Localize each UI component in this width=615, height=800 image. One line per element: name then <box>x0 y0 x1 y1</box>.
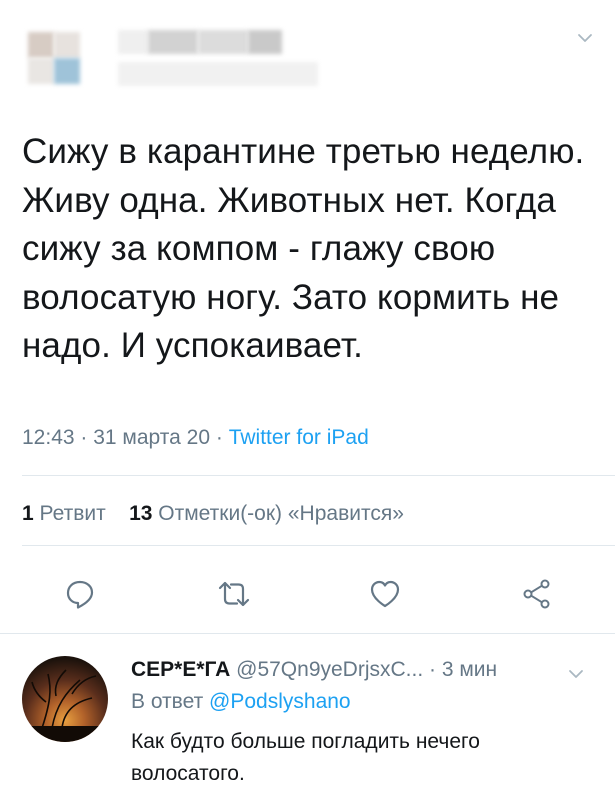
blurred-avatar-part <box>54 58 80 84</box>
retweet-button[interactable] <box>212 572 256 616</box>
blurred-name <box>118 30 148 54</box>
meta-separator: · <box>429 658 437 681</box>
reply-text: Как будто больше погладить нечего волоса… <box>131 730 480 785</box>
blurred-name <box>148 30 198 54</box>
tree-silhouette <box>22 669 108 742</box>
retweet-icon <box>218 581 250 607</box>
reply-to-line: В ответ @Podslyshano <box>131 690 351 714</box>
chevron-down-icon[interactable] <box>577 30 593 46</box>
chevron-down-icon[interactable] <box>568 666 584 682</box>
retweets-label: Ретвит <box>39 502 106 525</box>
reply-time: 3 мин <box>441 658 498 681</box>
heart-icon <box>370 580 400 608</box>
share-icon <box>523 579 550 609</box>
reply-button[interactable] <box>58 572 102 616</box>
likes-count: 13 <box>129 502 153 525</box>
likes-label: Отметки(-ок) «Нравится» <box>158 502 404 525</box>
likes-stat[interactable]: 13 Отметки(-ок) «Нравится» <box>129 502 404 525</box>
reply-author-name[interactable]: СЕР*Е*ГА <box>131 658 230 681</box>
meta-separator: · <box>210 426 229 449</box>
tweet-text: Сижу в карантине третью неделю. Живу одн… <box>22 132 585 365</box>
blurred-name <box>198 30 248 54</box>
divider <box>22 475 615 476</box>
tweet-time: 12:43 <box>22 426 75 449</box>
blurred-header <box>0 0 615 110</box>
reply-header: СЕР*Е*ГА @57Qn9yeDrjsxC... · 3 мин <box>131 658 497 682</box>
blurred-handle <box>118 62 318 86</box>
like-button[interactable] <box>363 572 407 616</box>
reply-icon <box>66 580 94 609</box>
reply-tweet[interactable]: СЕР*Е*ГА @57Qn9yeDrjsxC... · 3 мин В отв… <box>0 636 615 800</box>
blurred-avatar-part <box>28 58 54 84</box>
tweet-stats: 1 Ретвит 13 Отметки(-ок) «Нравится» <box>22 502 404 526</box>
retweets-stat[interactable]: 1 Ретвит <box>22 502 106 525</box>
reply-to-label: В ответ <box>131 690 204 713</box>
tweet-actions <box>0 572 615 616</box>
blurred-avatar-part <box>54 32 80 58</box>
avatar[interactable] <box>22 656 108 742</box>
divider <box>0 633 615 634</box>
tweet-source-link[interactable]: Twitter for iPad <box>229 426 369 449</box>
reply-author-handle[interactable]: @57Qn9yeDrjsxC... <box>236 658 423 681</box>
meta-separator: · <box>74 426 94 449</box>
blurred-name <box>248 30 282 54</box>
tweet-meta: 12:43 · 31 марта 20 · Twitter for iPad <box>22 426 369 450</box>
reply-to-mention[interactable]: @Podslyshano <box>209 690 351 713</box>
blurred-avatar-part <box>28 32 54 58</box>
tweet-date: 31 марта 20 <box>93 426 211 449</box>
share-button[interactable] <box>515 572 559 616</box>
divider <box>22 545 615 546</box>
retweets-count: 1 <box>22 502 34 525</box>
